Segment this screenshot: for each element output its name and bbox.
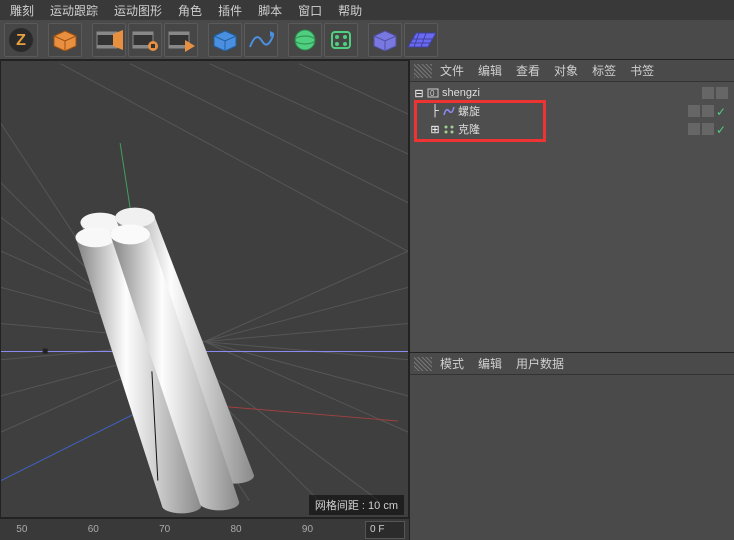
main-layout: 网格间距 : 10 cm 50 60 70 80 90 0 F 文件 编辑 查看…: [0, 60, 734, 540]
enable-check-icon[interactable]: ✓: [716, 105, 728, 117]
attr-edit[interactable]: 编辑: [472, 353, 508, 374]
attr-mode[interactable]: 模式: [434, 353, 470, 374]
viewport-content: [1, 61, 408, 517]
object-row-root[interactable]: ⊟ 0 shengzi: [412, 84, 732, 102]
layer-tag[interactable]: [688, 105, 700, 117]
menubar: 雕刻 运动跟踪 运动图形 角色 插件 脚本 窗口 帮助: [0, 0, 734, 20]
panel-grip-icon[interactable]: [414, 357, 432, 371]
object-label[interactable]: 克隆: [458, 121, 480, 137]
objmgr-objects[interactable]: 对象: [548, 60, 584, 81]
spline-icon[interactable]: [244, 23, 278, 57]
menu-help[interactable]: 帮助: [330, 0, 370, 21]
menu-plugins[interactable]: 插件: [210, 0, 250, 21]
attribute-manager: 模式 编辑 用户数据: [410, 352, 734, 540]
objmgr-edit[interactable]: 编辑: [472, 60, 508, 81]
deformer-icon[interactable]: [324, 23, 358, 57]
tick-50: 50: [4, 524, 40, 535]
film-edit-icon[interactable]: [92, 23, 126, 57]
enable-check-icon[interactable]: ✓: [716, 123, 728, 135]
object-manager[interactable]: ⊟ 0 shengzi ├ 螺旋 ✓ ⊞: [410, 82, 734, 352]
timeline-ruler[interactable]: 50 60 70 80 90 0 F: [0, 518, 409, 540]
svg-text:0: 0: [430, 89, 435, 98]
object-row-cloner[interactable]: ⊞ 克隆 ✓: [412, 120, 732, 138]
tree-line: ├: [430, 105, 440, 117]
visibility-tag[interactable]: [702, 105, 714, 117]
render-cube-icon[interactable]: [208, 23, 242, 57]
attr-userdata[interactable]: 用户数据: [510, 353, 570, 374]
tick-60: 60: [75, 524, 111, 535]
object-label[interactable]: shengzi: [442, 87, 480, 99]
right-column: 文件 编辑 查看 对象 标签 书签 ⊟ 0 shengzi ├ 螺旋: [410, 60, 734, 540]
object-row-helix[interactable]: ├ 螺旋 ✓: [412, 102, 732, 120]
layer-tag[interactable]: [688, 123, 700, 135]
layer-tag[interactable]: [702, 87, 714, 99]
floor-grid-icon[interactable]: [404, 23, 438, 57]
object-manager-tabs: 文件 编辑 查看 对象 标签 书签: [410, 60, 734, 82]
film-record-icon[interactable]: [128, 23, 162, 57]
null-icon: 0: [426, 87, 440, 99]
tick-80: 80: [218, 524, 254, 535]
objmgr-file[interactable]: 文件: [434, 60, 470, 81]
film-play-icon[interactable]: [164, 23, 198, 57]
visibility-tag[interactable]: [716, 87, 728, 99]
attribute-manager-tabs: 模式 编辑 用户数据: [410, 353, 734, 375]
objmgr-tags[interactable]: 标签: [586, 60, 622, 81]
menu-window[interactable]: 窗口: [290, 0, 330, 21]
objmgr-view[interactable]: 查看: [510, 60, 546, 81]
menu-motion-tracking[interactable]: 运动跟踪: [42, 0, 106, 21]
expand-toggle[interactable]: ⊞: [430, 123, 440, 136]
left-column: 网格间距 : 10 cm 50 60 70 80 90 0 F: [0, 60, 410, 540]
menu-scripts[interactable]: 脚本: [250, 0, 290, 21]
object-label[interactable]: 螺旋: [458, 103, 480, 119]
tick-70: 70: [147, 524, 183, 535]
cloner-icon: [442, 123, 456, 135]
svg-text:Z: Z: [16, 32, 26, 49]
cube-icon[interactable]: [48, 23, 82, 57]
expand-toggle[interactable]: ⊟: [414, 87, 424, 100]
3d-viewport[interactable]: 网格间距 : 10 cm: [0, 60, 409, 518]
menu-mograph[interactable]: 运动图形: [106, 0, 170, 21]
menu-character[interactable]: 角色: [170, 0, 210, 21]
objmgr-bookmarks[interactable]: 书签: [624, 60, 660, 81]
tick-90: 90: [290, 524, 326, 535]
visibility-tag[interactable]: [702, 123, 714, 135]
scene-cube-icon[interactable]: [368, 23, 402, 57]
grid-spacing-status: 网格间距 : 10 cm: [309, 495, 404, 515]
helix-icon: [442, 105, 456, 117]
current-frame-field[interactable]: 0 F: [365, 521, 405, 539]
zbrush-icon[interactable]: Z: [4, 23, 38, 57]
panel-grip-icon[interactable]: [414, 64, 432, 78]
menu-sculpt[interactable]: 雕刻: [2, 0, 42, 21]
main-toolbar: Z: [0, 20, 734, 60]
generator-sphere-icon[interactable]: [288, 23, 322, 57]
